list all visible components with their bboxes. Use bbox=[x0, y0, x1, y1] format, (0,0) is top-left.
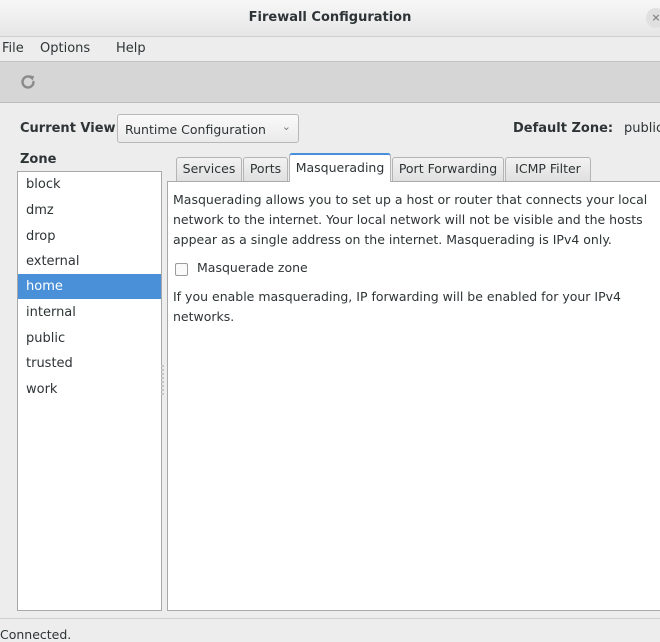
current-view-value: Runtime Configuration bbox=[125, 122, 266, 137]
menu-options[interactable]: Options bbox=[40, 41, 90, 56]
current-view-dropdown[interactable]: Runtime Configuration ⌄ bbox=[117, 114, 299, 143]
title-bar: Firewall Configuration × bbox=[0, 0, 660, 37]
status-bar: Connected. bbox=[0, 618, 660, 642]
zone-item-dmz[interactable]: dmz bbox=[18, 198, 161, 223]
pane-splitter-handle[interactable] bbox=[161, 365, 164, 395]
default-zone-label: Default Zone: bbox=[513, 121, 614, 136]
reload-icon[interactable] bbox=[19, 73, 37, 91]
menu-help[interactable]: Help bbox=[116, 41, 146, 56]
zone-item-external[interactable]: external bbox=[18, 249, 161, 274]
toolbar bbox=[0, 61, 660, 103]
zone-item-internal[interactable]: internal bbox=[18, 300, 161, 325]
current-view-label: Current View: bbox=[20, 121, 121, 136]
window-title: Firewall Configuration bbox=[248, 10, 412, 25]
close-button[interactable]: × bbox=[646, 8, 660, 28]
zone-item-drop[interactable]: drop bbox=[18, 224, 161, 249]
zone-item-trusted[interactable]: trusted bbox=[18, 351, 161, 376]
menu-bar: File Options Help bbox=[0, 37, 660, 61]
tab-masquerading[interactable]: Masquerading bbox=[289, 153, 391, 182]
zone-item-public[interactable]: public bbox=[18, 326, 161, 351]
chevron-down-icon: ⌄ bbox=[281, 120, 291, 133]
masquerading-description: Masquerading allows you to set up a host… bbox=[173, 192, 648, 247]
zone-list[interactable]: block dmz drop external home internal pu… bbox=[17, 171, 162, 611]
zone-heading: Zone bbox=[20, 152, 57, 167]
menu-file[interactable]: File bbox=[2, 41, 24, 56]
tab-ports[interactable]: Ports bbox=[243, 157, 288, 181]
tab-port-forwarding[interactable]: Port Forwarding bbox=[392, 157, 504, 181]
tab-icmp-filter[interactable]: ICMP Filter bbox=[505, 157, 591, 181]
masquerade-zone-label[interactable]: Masquerade zone bbox=[197, 260, 308, 275]
tab-services[interactable]: Services bbox=[176, 157, 242, 181]
close-icon: × bbox=[651, 11, 660, 24]
masquerade-zone-checkbox[interactable] bbox=[175, 263, 188, 276]
ip-forwarding-note: If you enable masquerading, IP forwardin… bbox=[173, 289, 621, 324]
zone-item-work[interactable]: work bbox=[18, 377, 161, 402]
zone-item-block[interactable]: block bbox=[18, 172, 161, 197]
default-zone-value: public bbox=[624, 121, 660, 136]
zone-item-home[interactable]: home bbox=[18, 274, 161, 299]
